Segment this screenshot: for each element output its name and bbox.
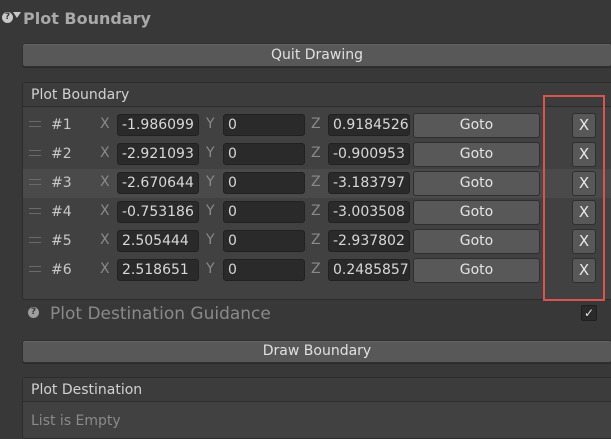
y-axis-label: Y	[206, 116, 215, 132]
z-axis-label: Z	[311, 203, 321, 219]
drag-handle-icon[interactable]	[29, 150, 41, 156]
goto-button[interactable]: Goto	[413, 258, 540, 283]
y-field[interactable]: 0	[223, 259, 305, 281]
empty-list-text: List is Empty	[31, 413, 121, 429]
expand-arrow-icon[interactable]	[13, 12, 21, 18]
x-field[interactable]: -2.670644	[117, 172, 199, 194]
boundary-row: #4 X -0.753186 Y 0 Z -3.003508 Goto X	[23, 198, 611, 227]
goto-button[interactable]: Goto	[413, 142, 540, 167]
list-header: Plot Destination	[23, 378, 611, 402]
boundary-row: #1 X -1.986099 Y 0 Z 0.9184526 Goto X	[23, 111, 611, 140]
y-axis-label: Y	[206, 174, 215, 190]
boundary-row: #6 X 2.518651 Y 0 Z 0.2485857 Goto X	[23, 256, 611, 285]
goto-button[interactable]: Goto	[413, 229, 540, 254]
y-field[interactable]: 0	[223, 172, 305, 194]
z-field[interactable]: 0.2485857	[328, 259, 410, 281]
row-index: #3	[51, 175, 72, 191]
guidance-checkbox[interactable]: ✓	[581, 305, 597, 321]
row-index: #5	[51, 233, 72, 249]
x-axis-label: X	[100, 116, 110, 132]
x-axis-label: X	[100, 203, 110, 219]
drag-handle-icon[interactable]	[29, 179, 41, 185]
z-field[interactable]: -0.900953	[328, 143, 410, 165]
x-field[interactable]: 2.505444	[117, 230, 199, 252]
z-field[interactable]: 0.9184526	[328, 114, 410, 136]
x-field[interactable]: 2.518651	[117, 259, 199, 281]
quit-drawing-button[interactable]: Quit Drawing	[22, 43, 611, 67]
draw-boundary-button[interactable]: Draw Boundary	[22, 340, 611, 363]
highlight-box	[543, 95, 605, 301]
plot-boundary-list: Plot Boundary #1 X -1.986099 Y 0 Z 0.9184526 Go…	[22, 82, 611, 300]
row-index: #2	[51, 146, 72, 162]
y-field[interactable]: 0	[223, 230, 305, 252]
row-index: #6	[51, 262, 72, 278]
help-icon[interactable]: ?	[28, 307, 39, 318]
y-axis-label: Y	[206, 145, 215, 161]
help-icon[interactable]: ?	[2, 12, 13, 23]
z-field[interactable]: -3.003508	[328, 201, 410, 223]
guidance-label: Plot Destination Guidance	[50, 304, 271, 324]
goto-button[interactable]: Goto	[413, 200, 540, 225]
z-field[interactable]: -2.937802	[328, 230, 410, 252]
x-axis-label: X	[100, 174, 110, 190]
y-field[interactable]: 0	[223, 201, 305, 223]
y-field[interactable]: 0	[223, 114, 305, 136]
z-field[interactable]: -3.183797	[328, 172, 410, 194]
x-field[interactable]: -1.986099	[117, 114, 199, 136]
goto-button[interactable]: Goto	[413, 113, 540, 138]
z-axis-label: Z	[311, 261, 321, 277]
x-axis-label: X	[100, 232, 110, 248]
row-index: #1	[51, 117, 72, 133]
boundary-row: #3 X -2.670644 Y 0 Z -3.183797 Goto X	[23, 169, 611, 198]
y-field[interactable]: 0	[223, 143, 305, 165]
x-field[interactable]: -0.753186	[117, 201, 199, 223]
y-axis-label: Y	[206, 232, 215, 248]
z-axis-label: Z	[311, 232, 321, 248]
z-axis-label: Z	[311, 174, 321, 190]
list-header: Plot Boundary	[23, 83, 611, 107]
plot-destination-list: Plot Destination List is Empty	[22, 377, 611, 439]
x-axis-label: X	[100, 145, 110, 161]
drag-handle-icon[interactable]	[29, 266, 41, 272]
y-axis-label: Y	[206, 261, 215, 277]
boundary-row: #5 X 2.505444 Y 0 Z -2.937802 Goto X	[23, 227, 611, 256]
boundary-row: #2 X -2.921093 Y 0 Z -0.900953 Goto X	[23, 140, 611, 169]
drag-handle-icon[interactable]	[29, 121, 41, 127]
section-title: Plot Boundary	[23, 9, 151, 28]
x-field[interactable]: -2.921093	[117, 143, 199, 165]
drag-handle-icon[interactable]	[29, 208, 41, 214]
z-axis-label: Z	[311, 116, 321, 132]
y-axis-label: Y	[206, 203, 215, 219]
goto-button[interactable]: Goto	[413, 171, 540, 196]
drag-handle-icon[interactable]	[29, 237, 41, 243]
row-index: #4	[51, 204, 72, 220]
z-axis-label: Z	[311, 145, 321, 161]
x-axis-label: X	[100, 261, 110, 277]
